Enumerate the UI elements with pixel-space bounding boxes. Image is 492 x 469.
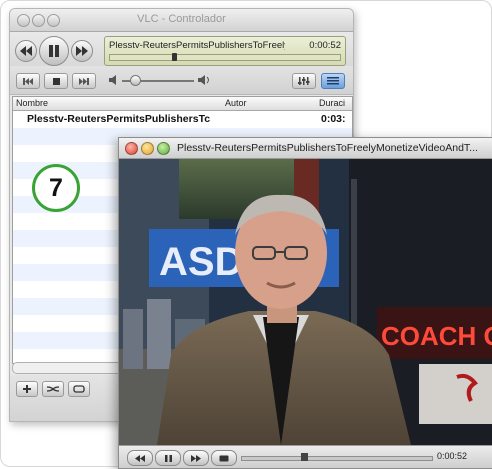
elapsed-time: 0:00:52 bbox=[309, 40, 341, 51]
video-zoom-button[interactable] bbox=[157, 142, 170, 155]
fullscreen-icon bbox=[219, 455, 229, 461]
page: VLC - Controlador Plesstv-ReutersPermits… bbox=[0, 0, 492, 469]
video-minimize-button[interactable] bbox=[141, 142, 154, 155]
fast-forward-icon bbox=[76, 46, 88, 56]
previous-icon bbox=[23, 77, 33, 85]
playlist-header: Nombre Autor Duraci bbox=[13, 97, 352, 111]
stop-icon bbox=[52, 77, 60, 85]
video-fast-forward-button[interactable] bbox=[183, 450, 209, 466]
playlist-toggle-button[interactable] bbox=[321, 73, 345, 89]
fast-forward-button[interactable] bbox=[71, 40, 93, 62]
playlist-item-duration: 0:03: bbox=[321, 113, 346, 125]
volume-low-icon bbox=[109, 75, 116, 85]
lcd-display: Plesstv-ReutersPermitsPublishersToFreely… bbox=[104, 36, 346, 66]
add-icon bbox=[23, 385, 31, 393]
equalizer-button[interactable] bbox=[292, 73, 316, 89]
pause-icon bbox=[49, 45, 59, 57]
video-titlebar[interactable]: Plesstv-ReutersPermitsPublishersToFreely… bbox=[119, 138, 492, 159]
now-playing-title: Plesstv-ReutersPermitsPublishersToFreely… bbox=[109, 40, 285, 51]
position-knob[interactable] bbox=[172, 53, 177, 61]
column-header-name[interactable]: Nombre bbox=[16, 98, 48, 108]
repeat-icon bbox=[73, 385, 85, 393]
equalizer-icon bbox=[298, 77, 310, 85]
rewind-button[interactable] bbox=[15, 40, 37, 62]
controller-titlebar[interactable]: VLC - Controlador bbox=[10, 9, 353, 32]
fast-forward-icon bbox=[191, 454, 201, 462]
video-title: Plesstv-ReutersPermitsPublishersToFreely… bbox=[177, 142, 478, 154]
playlist-toggle-icon bbox=[327, 77, 339, 85]
next-icon bbox=[79, 77, 89, 85]
add-button[interactable] bbox=[16, 381, 38, 397]
rewind-icon bbox=[135, 454, 145, 462]
volume-high-icon bbox=[198, 75, 209, 85]
coach-sign-text: COACH G bbox=[381, 321, 492, 351]
video-elapsed-time: 0:00:52 bbox=[437, 451, 468, 461]
volume-knob[interactable] bbox=[130, 75, 141, 86]
previous-button[interactable] bbox=[16, 73, 40, 89]
table-row[interactable]: Plesstv-ReutersPermitsPublishersTc 0:03: bbox=[13, 111, 352, 128]
video-pause-button[interactable] bbox=[155, 450, 181, 466]
video-controls: 0:00:52 bbox=[119, 445, 492, 468]
video-position-slider[interactable] bbox=[241, 456, 433, 461]
next-button[interactable] bbox=[72, 73, 96, 89]
rewind-icon bbox=[20, 46, 32, 56]
stop-button[interactable] bbox=[44, 73, 68, 89]
position-slider[interactable] bbox=[109, 53, 341, 61]
pause-icon bbox=[164, 454, 172, 462]
column-header-author[interactable]: Autor bbox=[225, 98, 247, 108]
video-close-button[interactable] bbox=[125, 142, 138, 155]
shuffle-button[interactable] bbox=[42, 381, 64, 397]
repeat-button[interactable] bbox=[68, 381, 90, 397]
video-rewind-button[interactable] bbox=[127, 450, 153, 466]
step-number-badge: 7 bbox=[32, 164, 80, 212]
video-frame[interactable]: ASDA COACH G bbox=[119, 159, 492, 445]
video-window: Plesstv-ReutersPermitsPublishersToFreely… bbox=[118, 137, 492, 469]
pause-button[interactable] bbox=[39, 36, 69, 66]
shuffle-icon bbox=[47, 386, 59, 392]
playlist-item-name: Plesstv-ReutersPermitsPublishersTc bbox=[27, 113, 211, 125]
video-position-knob[interactable] bbox=[301, 453, 308, 461]
video-fullscreen-button[interactable] bbox=[211, 450, 237, 466]
column-header-duration[interactable]: Duraci bbox=[319, 98, 345, 108]
video-scene: ASDA COACH G bbox=[119, 159, 492, 445]
controller-title: VLC - Controlador bbox=[137, 13, 226, 25]
